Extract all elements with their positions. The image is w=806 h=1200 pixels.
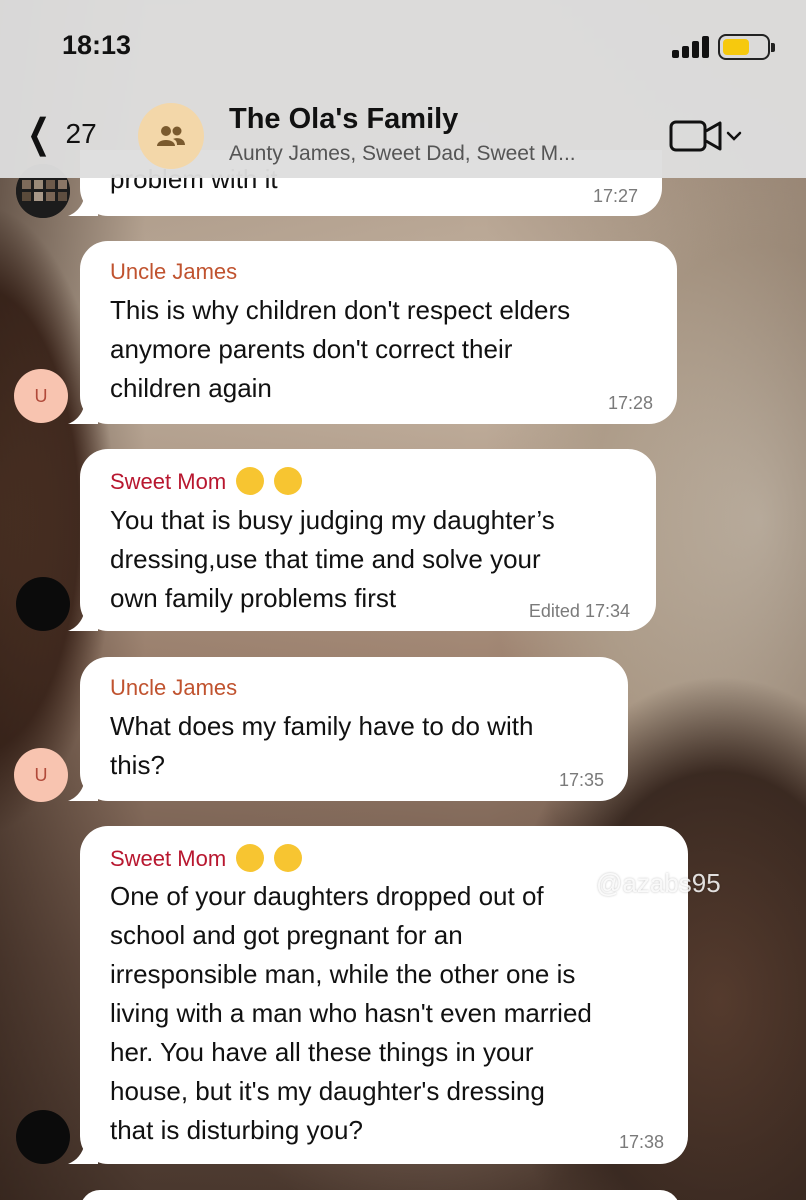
sender-name-text: Sweet Mom: [110, 469, 227, 494]
message-time: 17:28: [607, 393, 653, 413]
sender-avatar[interactable]: [16, 577, 70, 631]
message-bubble[interactable]: Sweet Mom You that is busy judging my da…: [68, 449, 656, 631]
group-icon: [157, 126, 185, 146]
heart-eyes-emoji: [274, 844, 303, 872]
group-avatar[interactable]: [138, 103, 204, 169]
chat-header: 18:13 ❮ 27 The Ola's Family Aunty James,…: [0, 0, 806, 178]
sender-name-text: Sweet Mom: [110, 846, 227, 871]
bubble-tail: [68, 775, 98, 801]
signal-icon: [672, 36, 712, 58]
message-text: You that is busy judging my daughter’s d…: [110, 505, 555, 613]
back-button[interactable]: ❮ 27: [22, 108, 97, 160]
watermark: @azabs95: [596, 868, 721, 898]
message-bubble-partial[interactable]: [80, 1190, 680, 1200]
shushing-face-emoji: [236, 467, 265, 495]
sender-name[interactable]: Sweet Mom: [110, 467, 303, 495]
shushing-face-emoji: [236, 844, 265, 872]
sender-avatar[interactable]: U: [14, 369, 68, 423]
message-text: One of your daughters dropped out of sch…: [110, 881, 592, 1145]
heart-eyes-emoji: [274, 467, 303, 495]
message-time: 17:38: [618, 1132, 664, 1152]
video-call-button[interactable]: [668, 117, 748, 157]
sender-name[interactable]: Sweet Mom: [110, 844, 303, 872]
message-text: What does my family have to do with this…: [110, 711, 534, 780]
message-text: This is why children don't respect elder…: [110, 295, 571, 403]
sender-name[interactable]: Uncle James: [110, 675, 237, 701]
chat-title[interactable]: The Ola's Family: [229, 103, 458, 136]
status-time: 18:13: [62, 30, 132, 60]
message-bubble[interactable]: Uncle James What does my family have to …: [68, 657, 628, 801]
message-time: Edited 17:34: [528, 601, 630, 621]
unread-count: 27: [65, 118, 97, 149]
sender-avatar[interactable]: [16, 1110, 70, 1164]
battery-icon: [718, 34, 775, 60]
chat-members[interactable]: Aunty James, Sweet Dad, Sweet M...: [229, 142, 576, 166]
bubble-tail: [68, 398, 98, 424]
back-chevron-icon: ❮: [27, 112, 51, 156]
message-time: 17:35: [558, 770, 604, 790]
bubble-tail: [68, 190, 98, 216]
bubble-tail: [68, 605, 98, 631]
video-camera-icon: [669, 120, 742, 152]
bubble-tail: [68, 1138, 98, 1164]
sender-name[interactable]: Uncle James: [110, 259, 237, 285]
sender-avatar[interactable]: U: [14, 748, 68, 802]
message-time: 17:27: [592, 186, 638, 206]
message-bubble[interactable]: Uncle James This is why children don't r…: [68, 241, 677, 424]
